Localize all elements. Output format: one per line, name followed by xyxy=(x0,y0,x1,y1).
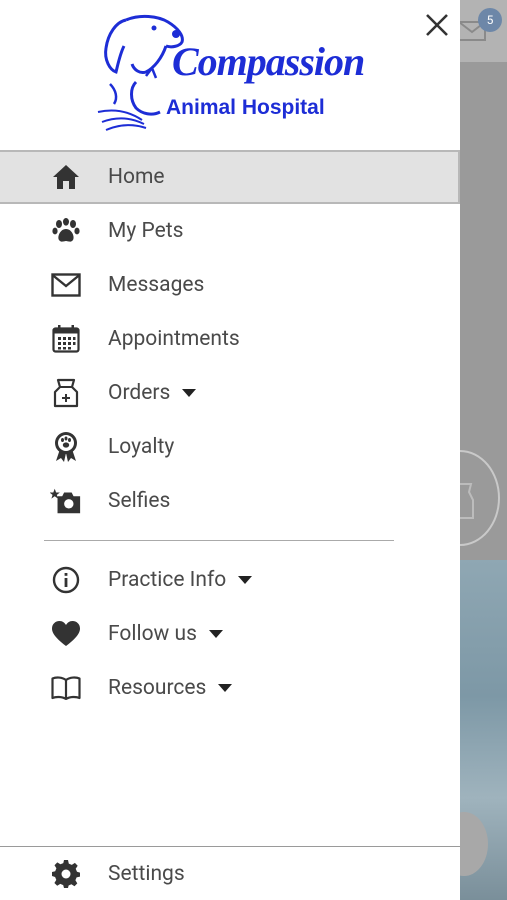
nav-item-label: Home xyxy=(108,165,165,189)
nav-item-orders[interactable]: Orders xyxy=(0,366,460,420)
nav-item-label: Practice Info xyxy=(108,568,253,592)
nav-item-selfies[interactable]: Selfies xyxy=(0,474,460,528)
nav-item-label: Settings xyxy=(108,861,185,886)
nav-item-appointments[interactable]: Appointments xyxy=(0,312,460,366)
nav-item-my-pets[interactable]: My Pets xyxy=(0,204,460,258)
nav-item-messages[interactable]: Messages xyxy=(0,258,460,312)
camera-icon xyxy=(50,485,82,517)
nav-item-label: Appointments xyxy=(108,327,240,351)
nav-item-label: My Pets xyxy=(108,219,184,243)
paw-icon xyxy=(50,215,82,247)
nav-item-loyalty[interactable]: Loyalty xyxy=(0,420,460,474)
nav-item-label: Follow us xyxy=(108,622,223,646)
info-icon xyxy=(50,564,82,596)
brand-title: Compassion xyxy=(172,39,365,84)
award-ribbon-icon xyxy=(50,431,82,463)
brand-logo: Compassion Animal Hospital xyxy=(96,12,366,134)
close-button[interactable] xyxy=(420,8,454,42)
nav-item-label: Messages xyxy=(108,273,205,297)
message-count-badge: 5 xyxy=(478,8,502,32)
nav-item-practice-info[interactable]: Practice Info xyxy=(0,553,460,607)
heart-icon xyxy=(50,618,82,650)
nav-item-label: Resources xyxy=(108,676,233,700)
primary-nav: Home My Pets Messages Appointments Order… xyxy=(0,150,460,528)
dropdown-caret-icon xyxy=(218,684,233,693)
calendar-icon xyxy=(50,323,82,355)
home-icon xyxy=(50,161,82,193)
secondary-nav: Practice Info Follow us Resources xyxy=(0,553,460,715)
brand-subtitle: Animal Hospital xyxy=(166,96,325,119)
envelope-icon xyxy=(50,269,82,301)
close-icon xyxy=(426,14,448,36)
nav-item-resources[interactable]: Resources xyxy=(0,661,460,715)
nav-item-label: Loyalty xyxy=(108,435,175,459)
dropdown-caret-icon xyxy=(208,630,223,639)
navigation-drawer: Compassion Animal Hospital Home My Pets xyxy=(0,0,460,900)
nav-item-home[interactable]: Home xyxy=(0,150,460,204)
gear-icon xyxy=(50,858,82,890)
dropdown-caret-icon xyxy=(182,389,197,398)
nav-item-label: Selfies xyxy=(108,489,171,513)
pet-food-icon xyxy=(50,377,82,409)
nav-item-label: Orders xyxy=(108,381,197,405)
menu-divider xyxy=(44,540,394,541)
book-icon xyxy=(50,672,82,704)
nav-item-follow-us[interactable]: Follow us xyxy=(0,607,460,661)
dropdown-caret-icon xyxy=(238,576,253,585)
nav-item-settings[interactable]: Settings xyxy=(0,847,460,900)
